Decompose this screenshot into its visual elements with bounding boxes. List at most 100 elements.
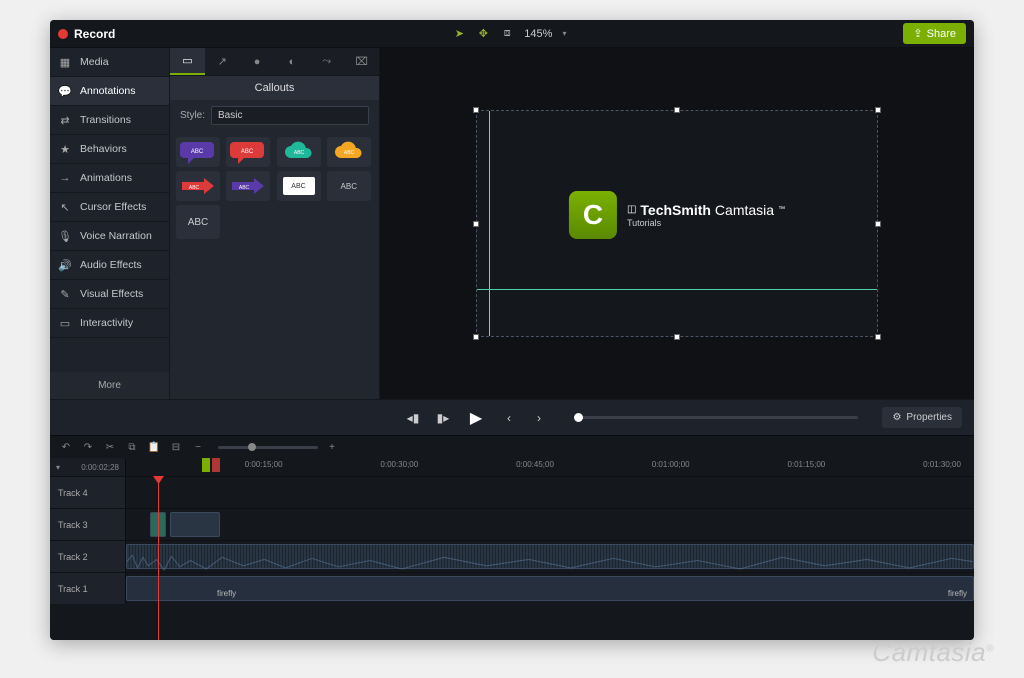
marker-red[interactable] <box>212 458 220 472</box>
sidebar-item-animations[interactable]: →Animations <box>50 164 169 193</box>
callout-arrow-red[interactable]: ABC <box>176 171 220 201</box>
step-back-button[interactable]: ‹ <box>498 407 520 429</box>
sidebar-item-media[interactable]: ▦ Media <box>50 48 169 77</box>
zoom-level[interactable]: 145% <box>524 28 552 40</box>
hand-icon[interactable]: ✥ <box>476 27 490 41</box>
sidebar-item-cursor-effects[interactable]: ↖Cursor Effects <box>50 193 169 222</box>
sidebar-item-label: Behaviors <box>80 143 127 155</box>
svg-text:ABC: ABC <box>293 150 304 156</box>
resize-handle-tl[interactable] <box>473 107 479 113</box>
style-row: Style: Basic <box>170 100 379 131</box>
callout-speech-purple[interactable]: ABC <box>176 137 220 167</box>
sidebar-item-audio-effects[interactable]: 🔊Audio Effects <box>50 251 169 280</box>
sidebar-item-interactivity[interactable]: ▭Interactivity <box>50 309 169 338</box>
paste-icon[interactable]: 📋 <box>146 439 162 455</box>
video-clip-full[interactable]: firefly firefly <box>126 576 974 601</box>
callout-cloud-orange[interactable]: ABC <box>327 137 371 167</box>
sidebar-item-transitions[interactable]: ⇄Transitions <box>50 106 169 135</box>
pointer-icon[interactable]: ➤ <box>452 27 466 41</box>
step-forward-button[interactable]: › <box>528 407 550 429</box>
timeline-ruler[interactable]: 0:00:15;00 0:00:30;00 0:00:45;00 0:01:00… <box>126 458 974 476</box>
record-button[interactable]: Record <box>58 27 115 41</box>
tab-callouts-icon[interactable]: ▭ <box>170 48 205 75</box>
resize-handle-br[interactable] <box>875 334 881 340</box>
next-frame-button[interactable]: ▮▸ <box>432 407 454 429</box>
split-icon[interactable]: ⊟ <box>168 439 184 455</box>
playhead[interactable] <box>158 476 159 640</box>
media-icon: ▦ <box>58 55 72 69</box>
resize-handle-ml[interactable] <box>473 221 479 227</box>
callout-cloud-teal[interactable]: ABC <box>277 137 321 167</box>
record-icon <box>58 29 68 39</box>
timeline-zoom-slider[interactable] <box>218 446 318 449</box>
zoom-out-icon[interactable]: − <box>190 439 206 455</box>
canvas-area[interactable]: C ◫TechSmith Camtasia™ Tutorials <box>380 48 974 399</box>
timeline-tracks: Track 4 Track 3 Track 2 Track 1 <box>50 476 974 640</box>
callout-arrow-purple[interactable]: ABC <box>226 171 270 201</box>
resize-handle-bm[interactable] <box>674 334 680 340</box>
resize-handle-bl[interactable] <box>473 334 479 340</box>
watermark: Camtasia® <box>872 637 994 668</box>
callout-text-plain[interactable]: ABC <box>327 171 371 201</box>
playback-bar: ◂▮ ▮▸ ▶ ‹ › ⚙ Properties <box>50 399 974 435</box>
resize-handle-mr[interactable] <box>875 221 881 227</box>
clip-annotation[interactable] <box>170 512 220 537</box>
track-label[interactable]: Track 1 <box>50 573 126 604</box>
sidebar-item-voice-narration[interactable]: 🎙Voice Narration <box>50 222 169 251</box>
share-button[interactable]: ⇪ Share <box>903 23 966 44</box>
sidebar-item-label: Media <box>80 56 109 68</box>
track-content-1[interactable]: firefly firefly <box>126 573 974 604</box>
track-content-4[interactable] <box>126 477 974 508</box>
prev-frame-button[interactable]: ◂▮ <box>402 407 424 429</box>
track-content-2[interactable] <box>126 541 974 572</box>
horizontal-guide <box>477 289 877 290</box>
undo-icon[interactable]: ↶ <box>58 439 74 455</box>
cursor-icon: ↖ <box>58 200 72 214</box>
tab-shapes-icon[interactable]: ● <box>240 48 275 75</box>
track-label[interactable]: Track 2 <box>50 541 126 572</box>
track-4: Track 4 <box>50 476 974 508</box>
sidebar-item-visual-effects[interactable]: ✎Visual Effects <box>50 280 169 309</box>
zoom-in-icon[interactable]: + <box>324 439 340 455</box>
speaker-icon: 🔊 <box>58 258 72 272</box>
audio-clip-full[interactable] <box>126 544 974 569</box>
copy-icon[interactable]: ⧉ <box>124 439 140 455</box>
playback-progress[interactable] <box>574 416 858 419</box>
ruler-tick: 0:00:30;00 <box>380 460 418 469</box>
crop-icon[interactable]: ⧈ <box>500 27 514 41</box>
sidebar-item-label: Visual Effects <box>80 288 143 300</box>
timeline-ruler-row: ▾ 0:00:02;28 0:00:15;00 0:00:30;00 0:00:… <box>50 458 974 476</box>
timecode-display: ▾ 0:00:02;28 <box>50 458 126 476</box>
canvas-content: C ◫TechSmith Camtasia™ Tutorials <box>569 191 785 239</box>
transitions-icon: ⇄ <box>58 113 72 127</box>
expand-down-icon[interactable]: ▾ <box>56 463 60 472</box>
sidebar-more-button[interactable]: More <box>50 372 169 399</box>
callout-speech-red[interactable]: ABC <box>226 137 270 167</box>
tab-keystroke-icon[interactable]: ⌧ <box>344 48 379 75</box>
sidebar-item-annotations[interactable]: 💬Annotations <box>50 77 169 106</box>
resize-handle-tm[interactable] <box>674 107 680 113</box>
tab-blur-icon[interactable]: ◐ <box>274 48 309 75</box>
marker-green[interactable] <box>202 458 210 472</box>
style-select[interactable]: Basic <box>211 106 369 125</box>
track-label[interactable]: Track 4 <box>50 477 126 508</box>
resize-handle-tr[interactable] <box>875 107 881 113</box>
tab-motion-icon[interactable]: ⤳ <box>309 48 344 75</box>
zoom-dropdown-icon[interactable]: ▾ <box>562 29 566 38</box>
callout-grid: ABC ABC ABC ABC ABC ABC ABC ABC ABC <box>170 131 379 245</box>
track-label[interactable]: Track 3 <box>50 509 126 540</box>
svg-text:ABC: ABC <box>239 185 250 191</box>
cut-icon[interactable]: ✂ <box>102 439 118 455</box>
tab-arrows-icon[interactable]: ↗ <box>205 48 240 75</box>
canvas-frame[interactable]: C ◫TechSmith Camtasia™ Tutorials <box>477 111 877 336</box>
sidebar-item-behaviors[interactable]: ★Behaviors <box>50 135 169 164</box>
play-button[interactable]: ▶ <box>462 404 490 432</box>
progress-thumb[interactable] <box>574 413 583 422</box>
redo-icon[interactable]: ↷ <box>80 439 96 455</box>
properties-button[interactable]: ⚙ Properties <box>882 407 962 428</box>
ruler-tick: 0:00:45;00 <box>516 460 554 469</box>
callout-text-large[interactable]: ABC <box>176 205 220 239</box>
ruler-tick: 0:01:15;00 <box>787 460 825 469</box>
track-content-3[interactable] <box>126 509 974 540</box>
callout-box-white[interactable]: ABC <box>277 171 321 201</box>
